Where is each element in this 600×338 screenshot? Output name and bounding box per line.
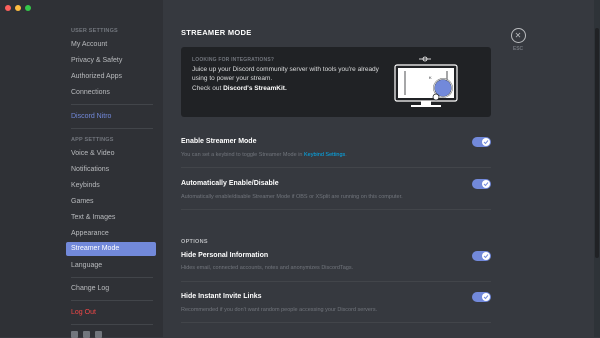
app-settings-header: APP SETTINGS [71, 137, 114, 143]
check-icon [482, 180, 490, 188]
hide-personal-info-title: Hide Personal Information [181, 252, 269, 259]
svg-text:K: K [429, 75, 432, 80]
check-icon [482, 252, 490, 260]
check-icon [482, 293, 490, 301]
hide-personal-info-desc: Hides email, connected accounts, notes a… [181, 265, 354, 271]
streamer-monitor-illustration: K [394, 56, 458, 107]
streamkit-promo-card: LOOKING FOR INTEGRATIONS? Juice up your … [181, 47, 491, 117]
auto-enable-disable-title: Automatically Enable/Disable [181, 180, 279, 187]
close-icon[interactable]: ✕ [510, 28, 526, 43]
sidebar-item-connections[interactable]: Connections [66, 86, 156, 100]
streamkit-link[interactable]: Discord's StreamKit. [223, 85, 287, 92]
sidebar-item-my-account[interactable]: My Account [66, 38, 156, 52]
hide-personal-info-toggle[interactable] [472, 251, 491, 261]
sidebar-item-privacy-safety[interactable]: Privacy & Safety [66, 54, 156, 68]
scrollbar-thumb[interactable] [595, 28, 599, 258]
sidebar-divider [71, 300, 153, 301]
hide-invite-links-title: Hide Instant Invite Links [181, 293, 262, 300]
sidebar-divider [71, 277, 153, 278]
sidebar-item-change-log[interactable]: Change Log [66, 282, 156, 296]
hide-invite-links-toggle[interactable] [472, 292, 491, 302]
page-title: STREAMER MODE [181, 28, 252, 37]
promo-heading: LOOKING FOR INTEGRATIONS? [192, 57, 275, 63]
options-section-label: OPTIONS [181, 239, 208, 245]
user-settings-header: USER SETTINGS [71, 28, 118, 34]
enable-desc-prefix: You can set a keybind to toggle Streamer… [181, 152, 305, 158]
sidebar-item-streamer-mode[interactable]: Streamer Mode [66, 242, 156, 256]
sidebar-divider [71, 324, 153, 325]
enable-desc-suffix: . [345, 152, 347, 158]
sidebar-item-log-out[interactable]: Log Out [66, 306, 156, 320]
setting-divider [181, 281, 491, 282]
auto-enable-disable-desc: Automatically enable/disable Streamer Mo… [181, 194, 403, 200]
setting-divider [181, 322, 491, 323]
promo-cta: Check out Discord's StreamKit. [192, 85, 287, 92]
hide-invite-links-desc: Recommended if you don't want random peo… [181, 307, 378, 313]
check-icon [482, 138, 490, 146]
promo-cta-prefix: Check out [192, 85, 224, 92]
setting-divider [181, 167, 491, 168]
minimize-window-button[interactable] [15, 5, 21, 11]
sidebar-item-notifications[interactable]: Notifications [66, 163, 156, 177]
sidebar-item-games[interactable]: Games [66, 195, 156, 209]
sidebar-item-voice-video[interactable]: Voice & Video [66, 147, 156, 161]
enable-streamer-mode-title: Enable Streamer Mode [181, 138, 257, 145]
sidebar-item-authorized-apps[interactable]: Authorized Apps [66, 70, 156, 84]
maximize-window-button[interactable] [25, 5, 31, 11]
sidebar-item-text-images[interactable]: Text & Images [66, 211, 156, 225]
promo-text: Juice up your Discord community server w… [192, 66, 379, 82]
sidebar-item-appearance[interactable]: Appearance [66, 227, 156, 241]
sidebar-item-discord-nitro[interactable]: Discord Nitro [66, 110, 156, 124]
setting-divider [181, 209, 491, 210]
sidebar-divider [71, 104, 153, 105]
enable-streamer-mode-desc: You can set a keybind to toggle Streamer… [181, 152, 347, 158]
esc-label: ESC [512, 46, 524, 52]
window-controls [5, 5, 31, 11]
keybind-settings-link[interactable]: Keybind Settings [304, 152, 345, 158]
close-settings[interactable]: ✕ ESC [509, 28, 527, 52]
sidebar-divider [71, 128, 153, 129]
auto-enable-disable-toggle[interactable] [472, 179, 491, 189]
sidebar-item-language[interactable]: Language [66, 259, 156, 273]
enable-streamer-mode-toggle[interactable] [472, 137, 491, 147]
close-window-button[interactable] [5, 5, 11, 11]
sidebar-item-keybinds[interactable]: Keybinds [66, 179, 156, 193]
